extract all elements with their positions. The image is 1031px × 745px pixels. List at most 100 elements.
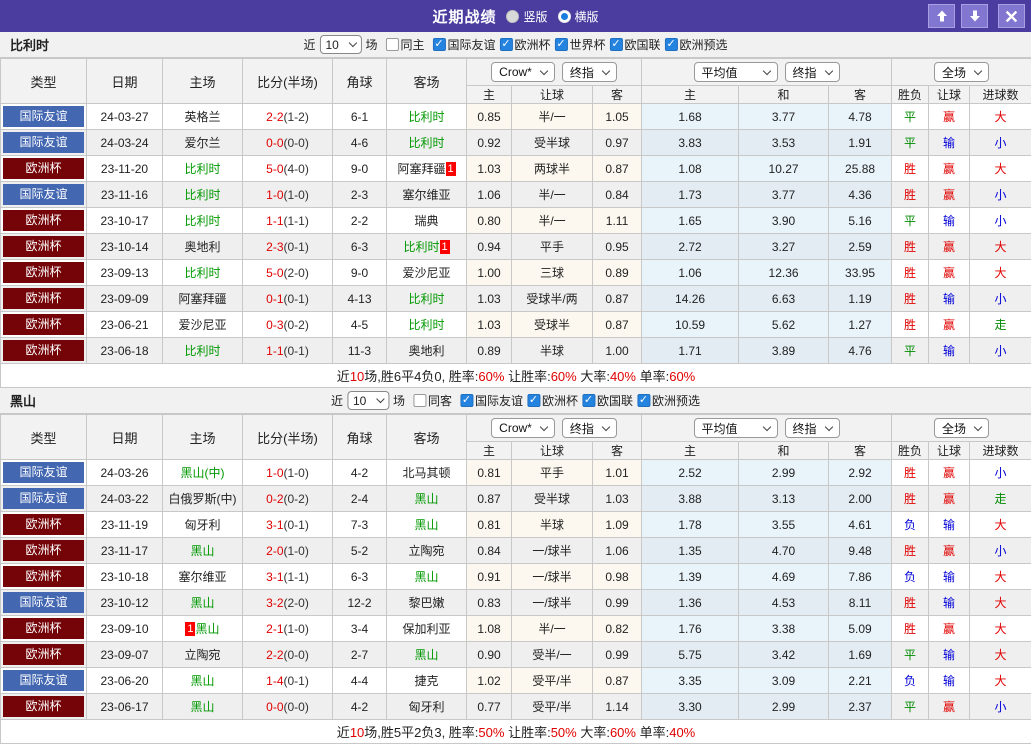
score-cell: 1-4(0-1) [242,667,333,694]
chevron-down-icon [601,66,611,75]
result-wdl-cell: 胜 [891,615,930,642]
result-label: 小 [994,466,1007,480]
scroll-up-button[interactable] [928,4,955,28]
away-team-cell: 比利时 [386,285,467,312]
result-handicap-cell: 赢 [928,459,971,486]
home-team-cell: 英格兰 [162,103,243,130]
avg-final-odds-select[interactable]: 终指 [784,418,840,438]
final-odds-select[interactable]: 终指 [561,418,617,438]
scroll-down-button[interactable] [961,4,988,28]
result-label: 赢 [943,318,956,332]
competition-filter-checkbox[interactable]: 欧洲杯 [527,392,578,409]
competition-filter-checkbox[interactable]: 世界杯 [554,36,606,53]
result-label: 赢 [943,492,956,506]
result-goals-cell: 小 [969,537,1031,564]
avg-home-cell: 1.35 [641,537,740,564]
competition-filter-checkbox[interactable]: 欧国联 [582,392,633,409]
competition-type-cell: 国际友谊 [0,485,87,512]
bookmaker-select[interactable]: Crow* [491,418,555,438]
corner-cell: 3-4 [332,615,387,642]
competition-filter-checkbox[interactable]: 国际友谊 [432,36,496,53]
col-header-corner: 角球 [332,58,387,104]
same-side-checkbox[interactable]: 同主 [385,36,424,53]
team-label: 黎巴嫩 [408,596,445,610]
date-cell: 23-06-17 [86,693,163,720]
match-row: 欧洲杯 23-09-10 1 黑山 2-1(1-0) 3-4 保加利亚 1.08 半/一 0.82… [0,615,1031,642]
titlebar-center: 近期战绩 竖版 横版 [432,6,598,27]
corner-cell: 2-4 [332,485,387,512]
odds-away-cell: 0.84 [591,181,643,208]
competition-filter-label: 欧洲杯 [514,38,551,52]
competition-type-badge: 国际友谊 [3,132,84,153]
competition-type-cell: 欧洲杯 [0,259,87,286]
summary-segment: 大率: [576,725,610,740]
result-handicap-cell: 赢 [928,181,971,208]
team-label: 比利时 [184,188,221,202]
result-handicap-cell: 赢 [928,311,971,338]
result-goals-cell: 大 [969,259,1031,286]
handicap-cell: 半/一 [511,103,593,130]
competition-type-badge: 欧洲杯 [3,566,84,587]
competition-filter-checkbox[interactable]: 欧洲预选 [664,36,728,53]
avg-away-cell: 2.00 [828,485,893,512]
avg-draw-cell: 3.89 [738,337,830,364]
halftime-score: (1-0) [283,187,309,202]
away-team-cell: 比利时 [386,103,467,130]
subcol-handicap-result: 让球 [928,85,971,104]
fulltime-select[interactable]: 全场 [934,62,990,82]
summary-segment: 40% [609,369,636,384]
result-wdl-cell: 负 [891,563,930,590]
corner-cell: 2-7 [332,641,387,668]
result-handicap-cell: 输 [928,129,971,156]
odds-home-cell: 1.03 [466,155,512,182]
fulltime-select[interactable]: 全场 [934,418,990,438]
odds-home-cell: 1.00 [466,259,512,286]
chevron-down-icon [762,66,771,75]
match-row: 欧洲杯 23-10-17 比利时 1-1(1-1) 2-2 瑞典 0.80 半/一 1.11 1.… [0,207,1031,234]
score-cell: 0-1(0-1) [242,285,333,312]
halftime-score: (0-1) [283,291,309,306]
score-cell: 3-2(2-0) [242,589,333,616]
competition-filter-label: 世界杯 [569,38,606,52]
odds-away-cell: 1.14 [591,693,643,720]
home-team-cell: 1 黑山 [162,615,243,642]
close-button[interactable] [998,4,1025,28]
horizontal-layout-radio[interactable]: 横版 [557,8,599,25]
final-odds-select[interactable]: 终指 [561,62,617,82]
date-cell: 23-11-20 [86,155,163,182]
match-count-select[interactable]: 10 [346,391,389,410]
average-select[interactable]: 平均值 [693,418,778,438]
match-count-select[interactable]: 10 [319,35,362,54]
result-handicap-cell: 赢 [928,537,971,564]
result-wdl-cell: 胜 [891,311,930,338]
vertical-layout-radio[interactable]: 竖版 [506,8,548,25]
result-goals-cell: 小 [969,207,1031,234]
team-label: 白俄罗斯(中) [168,492,237,506]
competition-filter-label: 欧洲预选 [652,394,701,408]
competition-filter-checkbox[interactable]: 欧洲预选 [637,392,700,409]
halftime-score: (0-2) [283,317,309,332]
same-side-checkbox[interactable]: 同客 [412,392,452,409]
summary-segment: 单率: [635,725,670,740]
competition-filter-checkbox[interactable]: 国际友谊 [459,392,523,409]
summary-segment: 场,胜5平2负3, 胜率: [364,725,479,740]
result-label: 平 [904,214,917,228]
bookmaker-select[interactable]: Crow* [491,62,555,82]
avg-away-cell: 7.86 [828,563,893,590]
odds-away-cell: 0.98 [591,563,643,590]
competition-filter-checkbox[interactable]: 欧洲杯 [499,36,551,53]
subcol-avg-draw: 和 [738,441,830,460]
odds-home-cell: 1.08 [466,615,512,642]
chevron-down-icon [375,394,385,404]
chevron-down-icon [601,422,611,431]
date-cell: 23-10-18 [86,563,163,590]
date-cell: 23-11-16 [86,181,163,208]
col-header-type: 类型 [0,58,87,104]
avg-home-cell: 1.08 [641,155,740,182]
result-goals-cell: 大 [969,589,1031,616]
halftime-score: (1-1) [283,569,309,584]
average-select[interactable]: 平均值 [693,62,778,82]
result-wdl-cell: 胜 [891,285,930,312]
competition-filter-checkbox[interactable]: 欧国联 [609,36,661,53]
avg-final-odds-select[interactable]: 终指 [784,62,840,82]
